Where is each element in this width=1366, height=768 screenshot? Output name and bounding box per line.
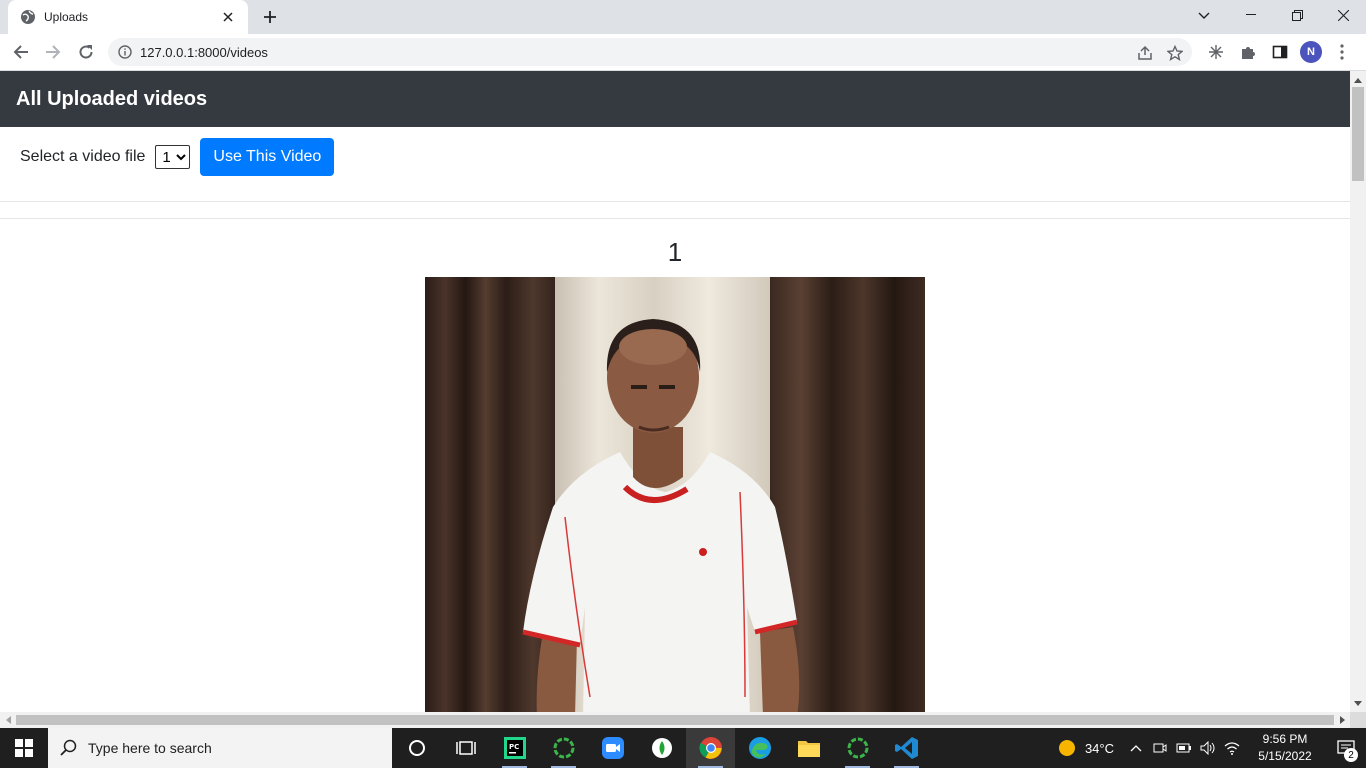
chevron-up-icon[interactable] [1124, 728, 1148, 768]
taskbar-search-box[interactable]: Type here to search [48, 728, 392, 768]
share-icon[interactable] [1134, 42, 1156, 64]
clock-time: 9:56 PM [1262, 732, 1308, 746]
info-icon[interactable] [118, 45, 132, 59]
wifi-icon[interactable] [1220, 728, 1244, 768]
zoom-icon[interactable] [588, 728, 637, 768]
divider [0, 218, 1350, 219]
more-menu-icon[interactable] [1330, 39, 1354, 65]
forward-icon[interactable] [40, 39, 66, 65]
vertical-scrollbar[interactable] [1350, 71, 1366, 712]
system-tray: 34°C 9:56 PM 5/15/2022 2 [1055, 728, 1366, 768]
back-icon[interactable] [8, 39, 34, 65]
video-select-form: Select a video file 1 Use This Video [0, 127, 1350, 187]
volume-icon[interactable] [1196, 728, 1220, 768]
extension-spark-icon[interactable] [1204, 39, 1228, 65]
pycharm-icon[interactable]: PC [490, 728, 539, 768]
taskbar: Type here to search PC 34°C 9:56 PM 5/15… [0, 728, 1366, 768]
scroll-right-icon[interactable] [1334, 712, 1350, 728]
video-frame-image [425, 277, 925, 712]
new-tab-icon[interactable] [258, 5, 282, 29]
temperature[interactable]: 34°C [1085, 741, 1114, 756]
close-window-icon[interactable] [1320, 0, 1366, 30]
svg-text:PC: PC [509, 743, 519, 751]
file-explorer-icon[interactable] [784, 728, 833, 768]
close-tab-icon[interactable] [218, 7, 238, 27]
clock-date: 5/15/2022 [1258, 749, 1312, 763]
tab-title: Uploads [44, 10, 89, 24]
scroll-up-icon[interactable] [1350, 73, 1366, 87]
page-viewport: All Uploaded videos Select a video file … [0, 71, 1350, 712]
restore-icon[interactable] [1274, 0, 1320, 30]
divider [0, 201, 1350, 202]
windows-start-icon[interactable] [0, 728, 48, 768]
green-ring-app-2-icon[interactable] [833, 728, 882, 768]
minimize-icon[interactable] [1228, 0, 1274, 30]
horizontal-scrollbar[interactable] [0, 712, 1350, 728]
leaf-app-icon[interactable] [637, 728, 686, 768]
scroll-left-icon[interactable] [0, 712, 16, 728]
page-title: All Uploaded videos [16, 87, 208, 110]
green-ring-app-icon[interactable] [539, 728, 588, 768]
video-player[interactable] [425, 277, 925, 712]
battery-icon[interactable] [1172, 728, 1196, 768]
meet-now-icon[interactable] [1148, 728, 1172, 768]
bookmark-star-icon[interactable] [1164, 42, 1186, 64]
system-clock[interactable]: 9:56 PM 5/15/2022 [1250, 731, 1320, 765]
notification-center-icon[interactable]: 2 [1326, 728, 1366, 768]
search-placeholder: Type here to search [88, 740, 212, 756]
reload-icon[interactable] [73, 39, 99, 65]
profile-avatar[interactable]: N [1300, 41, 1322, 63]
tab-strip: Uploads [0, 0, 1366, 34]
horizontal-scroll-thumb[interactable] [16, 715, 1334, 725]
cortana-icon[interactable] [392, 728, 441, 768]
side-panel-icon[interactable] [1268, 39, 1292, 65]
globe-icon [20, 9, 36, 25]
scrollbar-corner [1350, 712, 1366, 728]
select-label: Select a video file [20, 148, 146, 165]
chevron-down-icon[interactable] [1192, 4, 1216, 28]
weather-sun-icon[interactable] [1055, 728, 1079, 768]
browser-toolbar: 127.0.0.1:8000/videos N [0, 34, 1366, 71]
url-text: 127.0.0.1:8000/videos [140, 44, 268, 60]
scroll-down-icon[interactable] [1350, 696, 1366, 710]
task-view-icon[interactable] [441, 728, 490, 768]
video-heading: 1 [667, 237, 683, 267]
browser-tab[interactable]: Uploads [8, 0, 248, 34]
vscode-icon[interactable] [882, 728, 931, 768]
video-file-select[interactable]: 1 [155, 145, 191, 169]
use-this-video-button[interactable]: Use This Video [200, 138, 335, 176]
extensions-puzzle-icon[interactable] [1236, 39, 1260, 65]
chrome-taskbar-icon[interactable] [686, 728, 735, 768]
app-header: All Uploaded videos [0, 71, 1350, 127]
search-icon [60, 739, 78, 757]
edge-icon[interactable] [735, 728, 784, 768]
notification-badge: 2 [1344, 748, 1358, 762]
vertical-scroll-thumb[interactable] [1352, 87, 1364, 181]
address-bar[interactable]: 127.0.0.1:8000/videos [108, 38, 1192, 66]
